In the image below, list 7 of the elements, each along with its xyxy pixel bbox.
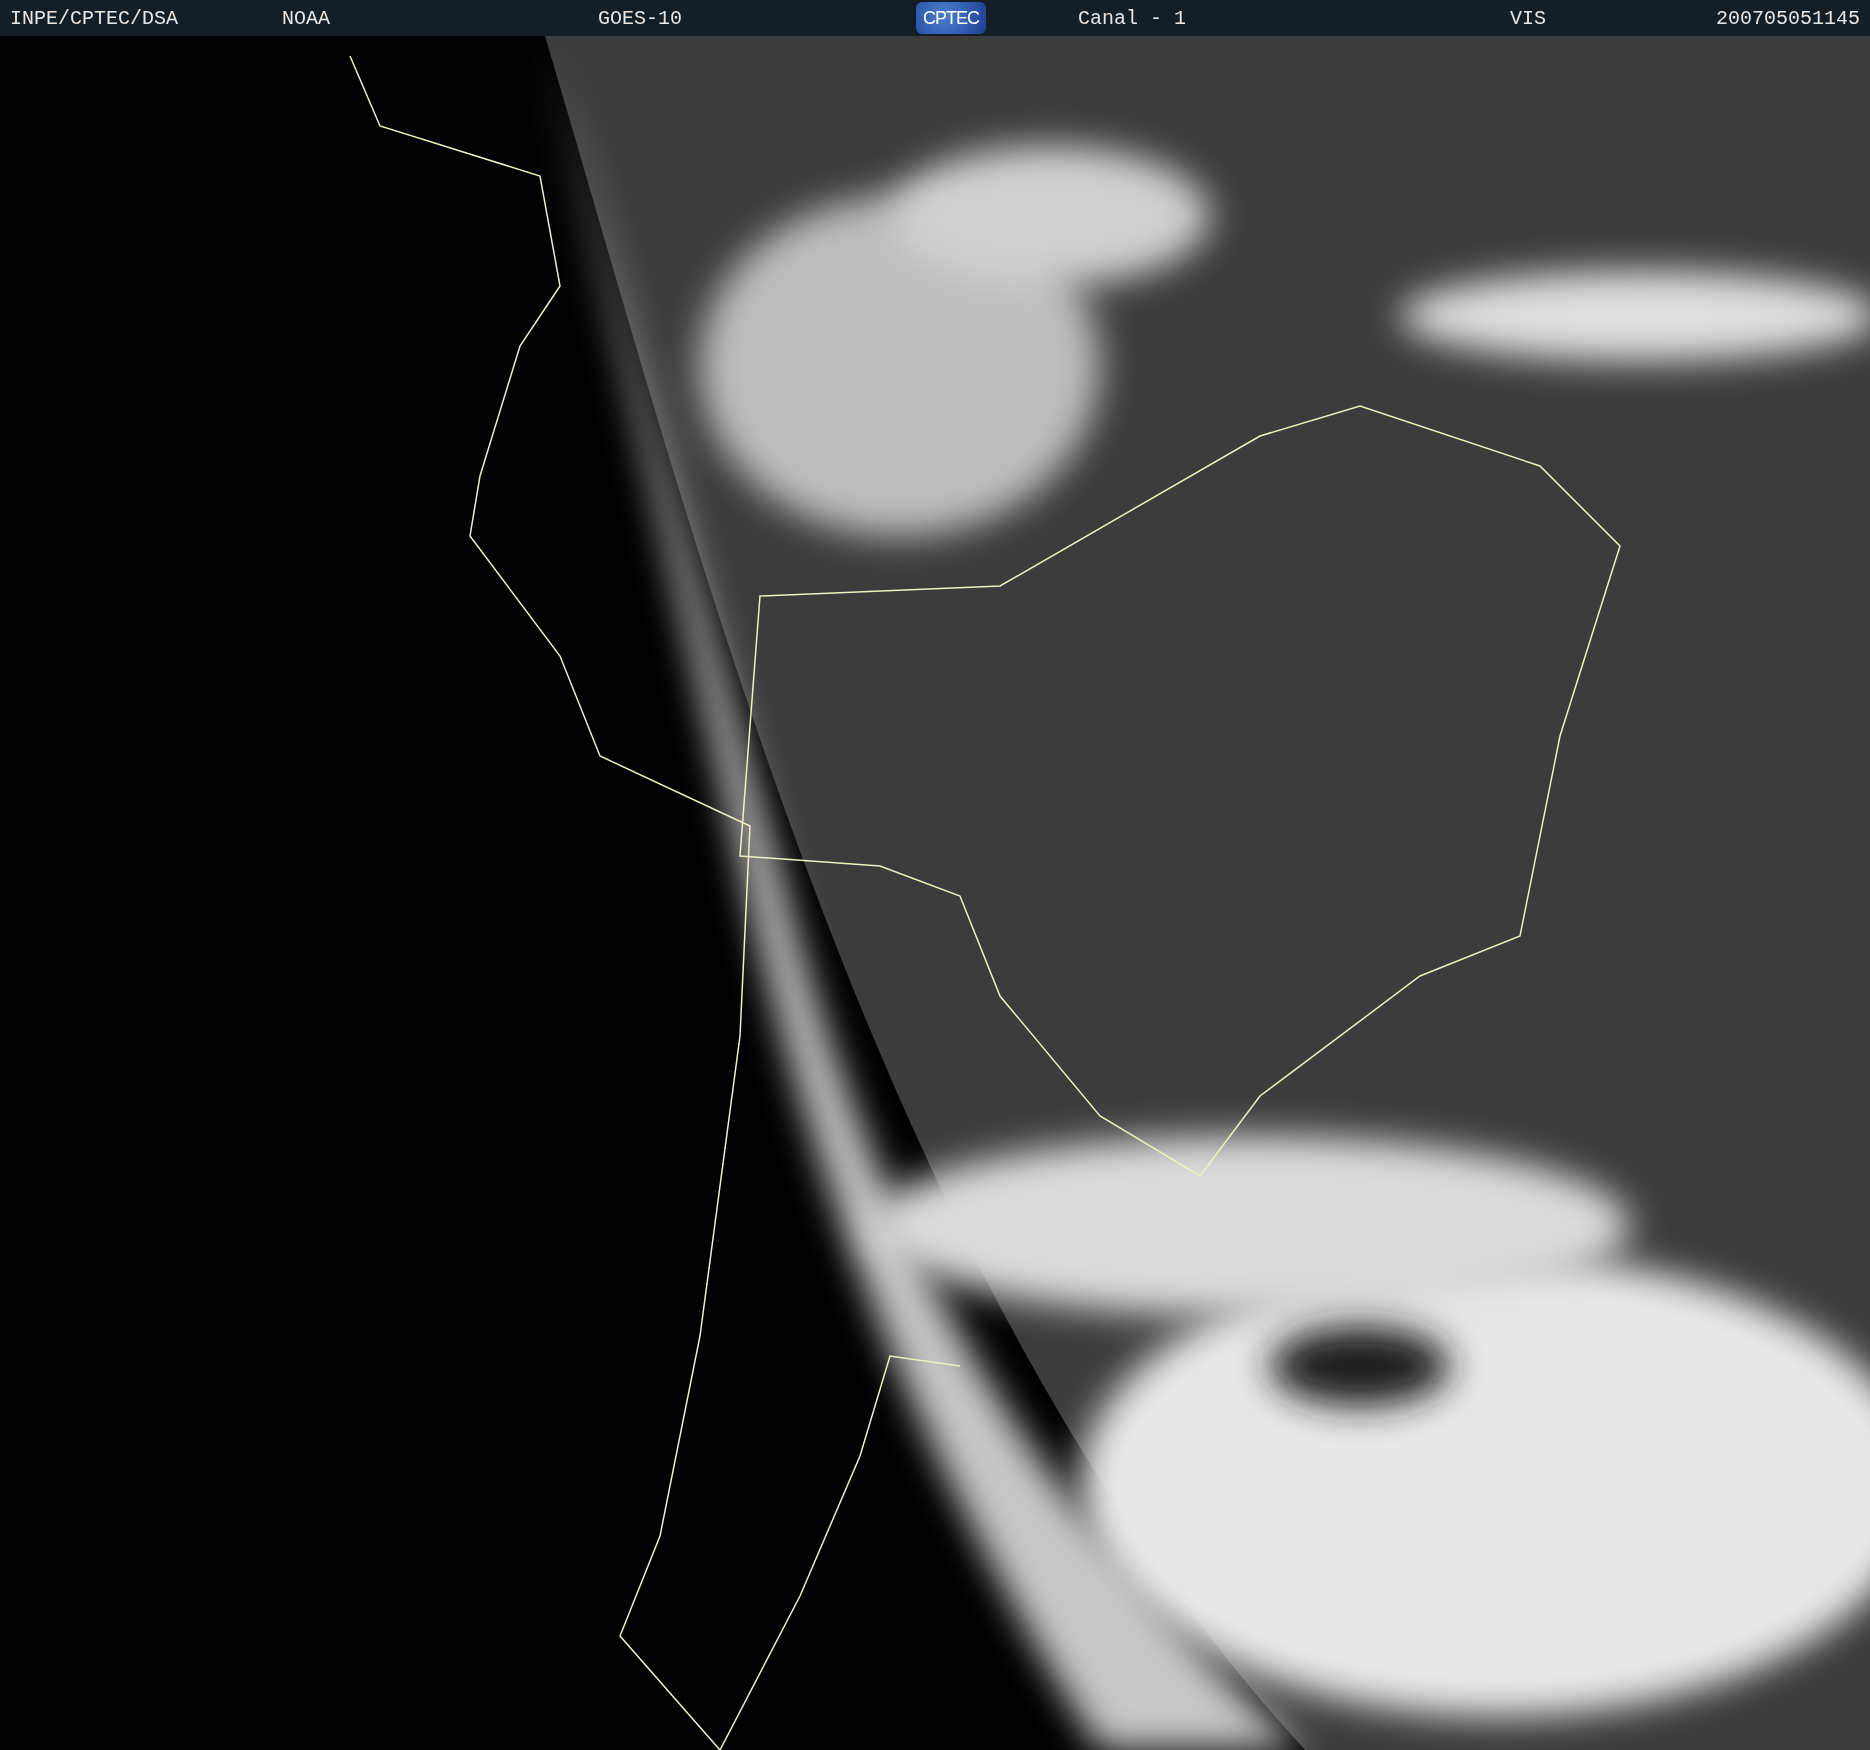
header-label: GOES-10: [598, 6, 682, 30]
header-label: INPE/CPTEC/DSA: [10, 6, 179, 30]
header-label: 200705051145: [1715, 6, 1860, 30]
header-label: Canal - 1: [1078, 6, 1187, 30]
header-label: NOAA: [282, 6, 330, 30]
logo: CPTEC: [916, 2, 986, 34]
header-label: VIS: [1510, 6, 1546, 30]
